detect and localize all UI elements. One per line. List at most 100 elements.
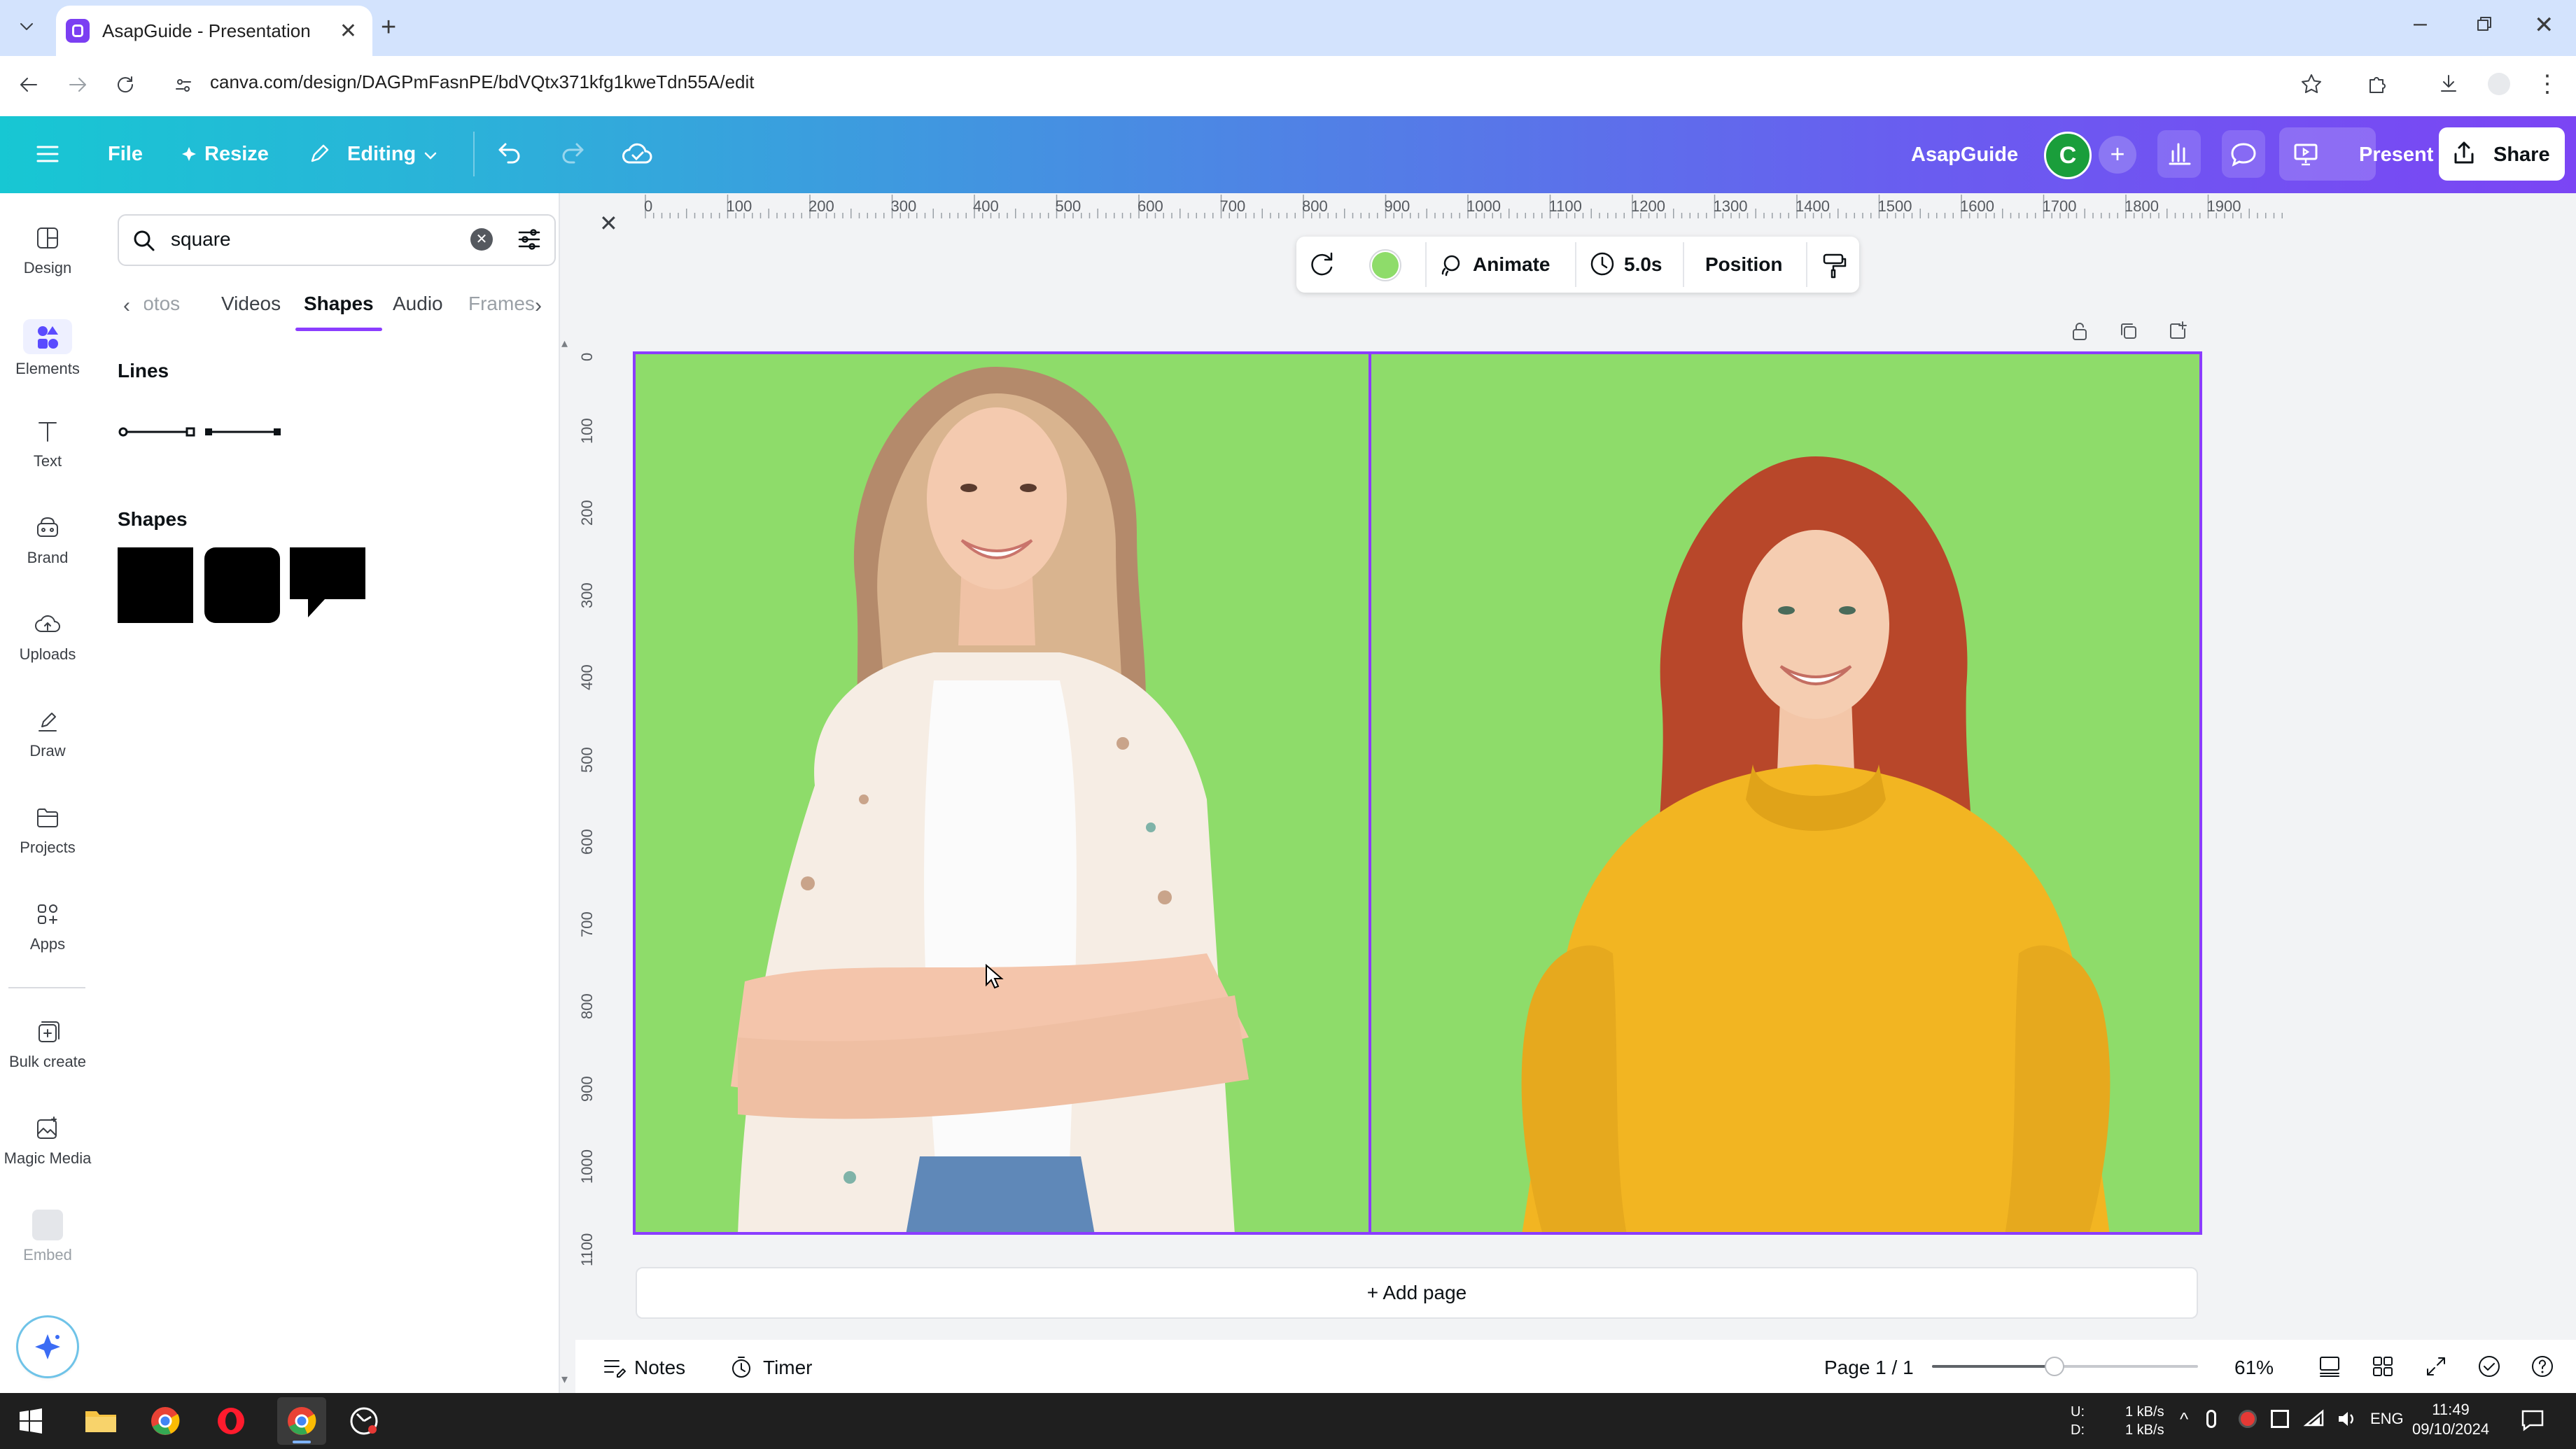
chrome-active-task[interactable] [277,1397,326,1445]
rail-item-draw[interactable]: Draw [0,706,95,760]
recorder-icon[interactable] [349,1406,379,1436]
volume-icon[interactable] [2335,1407,2359,1431]
site-info-icon[interactable] [172,74,195,97]
tab-photos[interactable]: Photos [144,293,180,315]
zoom-slider-thumb[interactable] [2044,1357,2064,1376]
team-name[interactable]: AsapGuide [1911,144,2018,167]
rail-item-apps[interactable]: Apps [0,899,95,953]
new-tab-icon[interactable]: + [381,13,396,43]
rail-item-embed[interactable]: Embed [0,1210,95,1264]
restore-icon[interactable] [2474,14,2495,35]
shape-square[interactable] [118,547,193,623]
chevron-down-icon[interactable] [421,147,440,165]
tab-videos[interactable]: Videos [221,293,281,315]
duration-button[interactable]: 5.0s [1624,253,1662,276]
opera-icon[interactable] [216,1406,246,1436]
position-button[interactable]: Position [1705,253,1782,276]
downloads-icon[interactable] [2436,71,2461,97]
cloud-save-icon[interactable] [620,139,654,169]
clock[interactable]: 11:49 09/10/2024 [2412,1400,2489,1439]
tabs-scroll-left-icon[interactable]: ‹ [123,294,130,318]
microphone-icon[interactable] [2206,1410,2216,1428]
notifications-icon[interactable] [2520,1408,2545,1432]
windows-start-icon[interactable] [17,1407,45,1435]
tab-shapes[interactable]: Shapes [304,293,374,315]
user-avatar[interactable]: C [2044,132,2092,179]
os-taskbar [0,1393,2576,1449]
rail-item-elements[interactable]: Elements [0,319,95,378]
tab-frames[interactable]: Frames [468,293,535,315]
scroll-up-icon[interactable]: ▴ [561,336,568,351]
scroll-down-icon[interactable]: ▾ [561,1372,568,1387]
extensions-icon[interactable] [2365,71,2390,97]
tray-chevron-icon[interactable]: ^ [2180,1408,2188,1430]
ruler-left-label: 1000 [578,1149,596,1184]
profile-avatar[interactable] [2488,73,2510,95]
back-icon[interactable] [15,71,42,98]
zoom-level[interactable]: 61% [2234,1357,2274,1379]
page-indicator[interactable]: Page 1 / 1 [1824,1357,1914,1379]
reload-icon[interactable] [112,71,139,98]
rail-item-brand[interactable]: Brand [0,512,95,567]
fullscreen-icon[interactable] [2422,1352,2450,1380]
browser-menu-icon[interactable]: ⋮ [2535,70,2559,98]
filter-icon[interactable] [515,225,543,253]
grid-view-icon[interactable] [2369,1352,2397,1380]
rail-item-projects[interactable]: Projects [0,802,95,857]
language-indicator[interactable]: ENG [2370,1410,2404,1428]
panel-scrollbar[interactable] [560,336,575,1386]
insights-button[interactable] [2157,130,2201,178]
rail-item-design[interactable]: Design [0,223,95,277]
minimize-icon[interactable]: – [2414,10,2427,37]
line-item-square-square[interactable] [203,424,284,440]
redo-icon[interactable] [557,139,588,169]
rail-label-text: Text [33,452,62,470]
add-page-button[interactable]: + Add page [636,1267,2198,1319]
rail-item-magic-media[interactable]: Magic Media [0,1113,95,1168]
record-tray-icon[interactable] [2239,1410,2257,1428]
check-icon[interactable] [2475,1352,2503,1380]
tabs-scroll-right-icon[interactable]: › [535,294,542,318]
rail-label-elements: Elements [15,360,80,377]
help-icon[interactable] [2528,1352,2556,1380]
lock-page-icon[interactable] [2068,319,2092,343]
add-page-icon[interactable] [2166,319,2190,343]
tab-list-icon[interactable] [14,14,39,39]
line-item-circle-square[interactable] [116,424,197,440]
clear-search-icon[interactable]: ✕ [470,228,493,251]
main-menu-icon[interactable] [34,141,62,167]
tab-audio[interactable]: Audio [393,293,443,315]
close-window-icon[interactable]: ✕ [2534,11,2554,39]
forward-icon[interactable] [64,71,91,98]
ruler-left-label: 700 [578,911,596,937]
photo-woman-yellow-sweater[interactable] [1521,456,2110,1235]
copy-style-icon[interactable] [1817,249,1849,281]
file-explorer-icon[interactable] [83,1404,119,1436]
rail-item-text[interactable]: Text [0,416,95,470]
invite-plus-button[interactable]: + [2099,136,2136,174]
rail-item-uploads[interactable]: Uploads [0,609,95,664]
close-tab-icon[interactable]: ✕ [340,19,357,43]
shape-rounded-square[interactable] [204,547,280,623]
page-view-icon[interactable] [2316,1352,2344,1380]
comments-button[interactable] [2222,130,2265,178]
magic-assistant-button[interactable] [18,1317,77,1376]
shape-speech-bubble[interactable] [290,547,365,623]
browser-tab[interactable]: AsapGuide - Presentation ✕ [56,6,372,56]
wifi-icon[interactable] [2303,1407,2327,1431]
duplicate-page-icon[interactable] [2117,319,2141,343]
chrome-icon[interactable] [150,1406,181,1436]
replace-icon[interactable] [1305,249,1340,280]
rail-item-bulk-create[interactable]: Bulk create [0,1016,95,1071]
undo-icon[interactable] [494,139,525,169]
animate-button[interactable]: Animate [1473,253,1550,276]
editing-mode-button[interactable]: Editing [347,143,416,166]
timer-button[interactable]: Timer [763,1357,813,1379]
clock-date: 09/10/2024 [2412,1420,2490,1438]
app-tray-icon[interactable] [2271,1410,2289,1428]
bookmark-star-icon[interactable] [2299,71,2324,97]
resize-button[interactable]: Resize [204,143,269,166]
notes-button[interactable]: Notes [634,1357,685,1379]
fill-color-button[interactable] [1369,249,1401,281]
file-menu-button[interactable]: File [108,143,143,166]
